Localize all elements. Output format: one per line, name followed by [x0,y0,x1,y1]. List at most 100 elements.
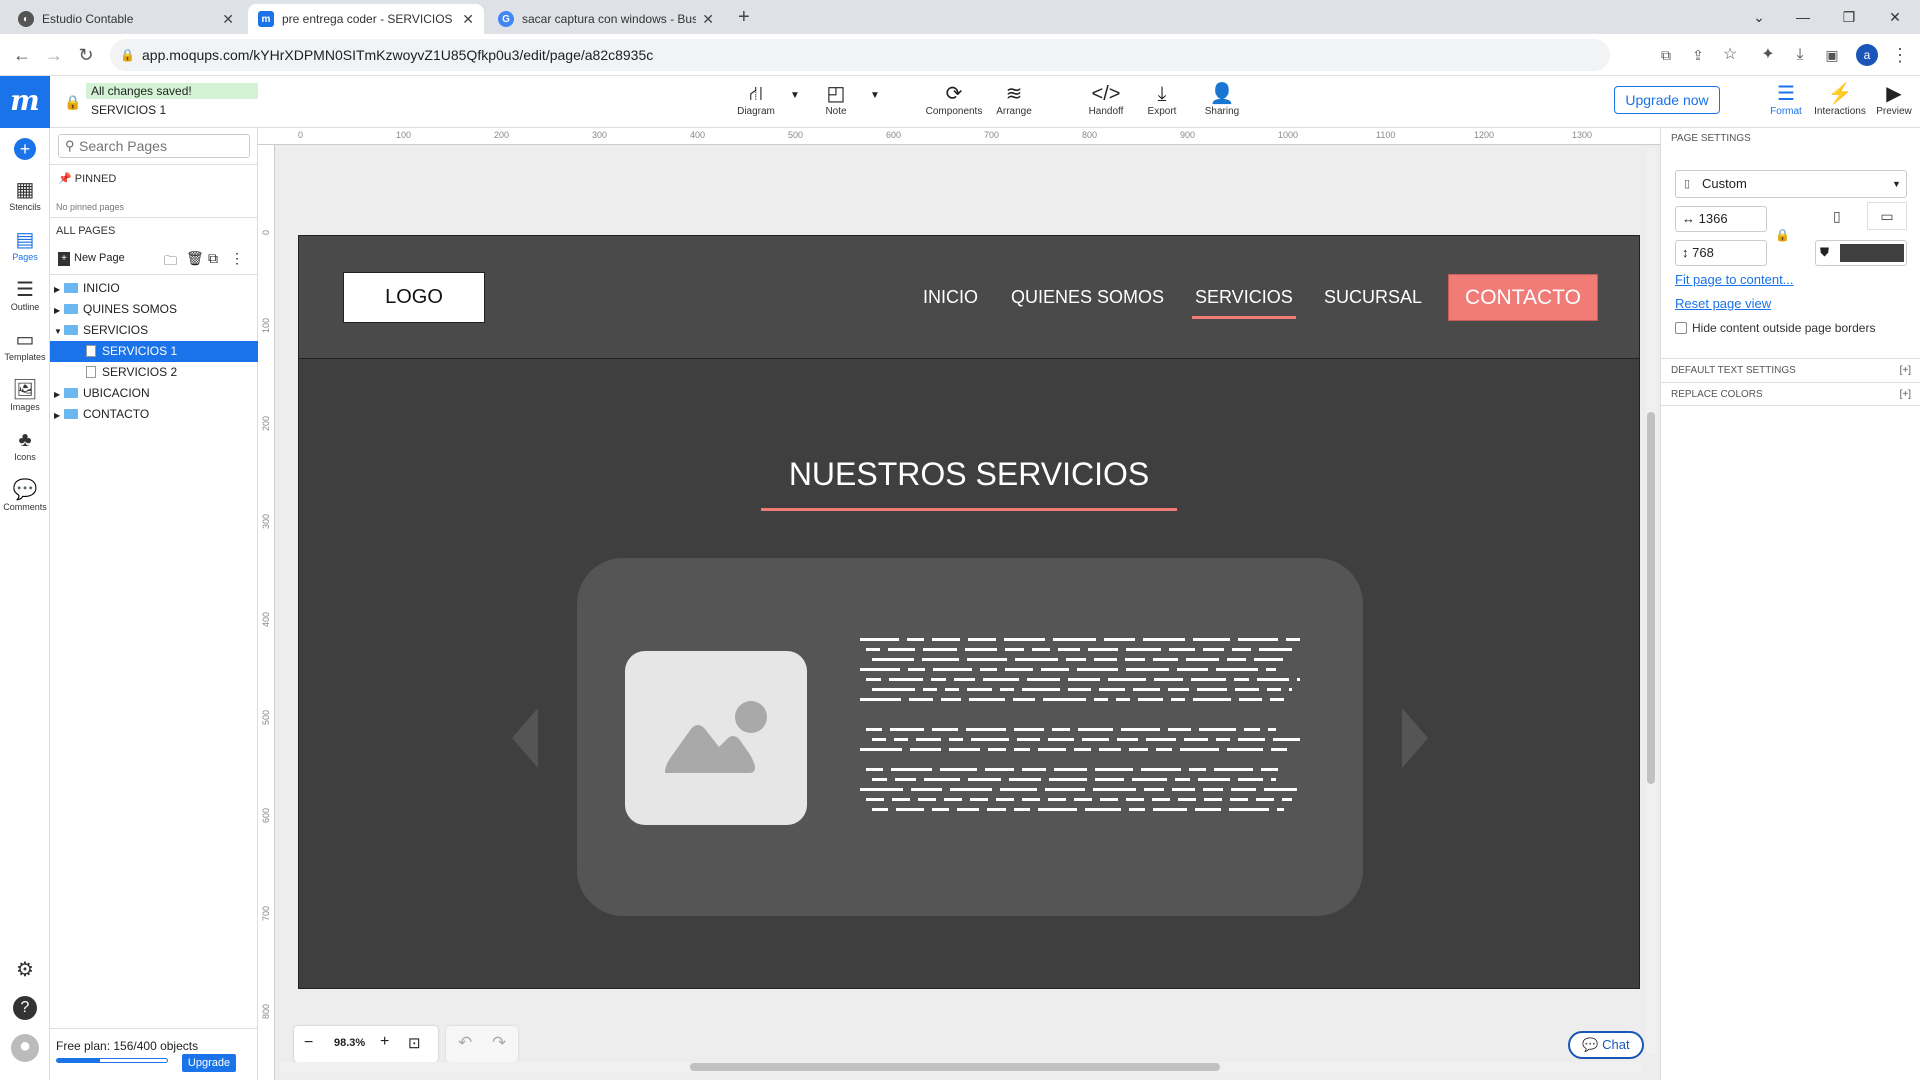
upgrade-now-button[interactable]: Upgrade now [1614,86,1720,114]
fit-page-link[interactable]: Fit page to content... [1675,272,1794,287]
duplicate-icon[interactable]: ⧉ [208,250,218,267]
chat-button[interactable]: 💬 Chat [1568,1031,1644,1059]
images-tab[interactable]: 🖼 Images [0,378,50,412]
settings-button[interactable]: ⚙ [0,958,50,982]
page-width-field[interactable]: ↔ 1366 [1675,206,1767,232]
tree-item-servicios-1[interactable]: SERVICIOS 1 [50,341,258,362]
tree-item-contacto[interactable]: ▶ CONTACTO [50,404,258,425]
carousel-prev-arrow-icon[interactable] [512,708,538,768]
expand-arrow-icon[interactable]: ▶ [50,300,64,321]
browser-tab-moqups[interactable]: m pre entrega coder - SERVICIOS 1 ✕ [248,4,484,34]
trash-icon[interactable]: 🗑 [186,250,204,267]
moqups-logo[interactable]: m [0,76,50,128]
undo-icon[interactable]: ↶ [458,1033,472,1053]
fit-screen-icon[interactable]: ⊡ [408,1034,421,1052]
share-icon[interactable]: ⇪ [1684,41,1712,69]
expand-icon[interactable]: [+] [1900,389,1911,400]
mockup-nav-inicio[interactable]: INICIO [923,287,978,308]
diagram-tool[interactable]: ⛙ Diagram [726,82,786,117]
outline-tab[interactable]: ☰ Outline [0,278,50,312]
extensions-icon[interactable]: ✦ [1754,41,1782,69]
replace-colors-section[interactable]: REPLACE COLORS [+] [1661,382,1920,406]
comments-tab[interactable]: 💬 Comments [0,478,50,512]
interactions-tab[interactable]: ⚡ Interactions [1812,82,1868,117]
reset-page-view-link[interactable]: Reset page view [1675,296,1771,311]
profile-avatar[interactable]: a [1856,44,1878,66]
default-text-settings-section[interactable]: DEFAULT TEXT SETTINGS [+] [1661,358,1920,382]
expand-icon[interactable]: [+] [1900,365,1911,376]
format-tab[interactable]: ☰ Format [1758,82,1814,117]
close-icon[interactable]: ✕ [702,11,714,28]
help-button[interactable]: ? [0,996,50,1020]
tab-search-icon[interactable]: ⌄ [1736,4,1782,30]
horizontal-scrollbar[interactable] [280,1062,1642,1072]
zoom-out-button[interactable]: − [304,1034,313,1052]
portrait-icon[interactable]: ▯ [1833,208,1841,225]
minimize-icon[interactable]: — [1780,4,1826,30]
translate-icon[interactable]: ⧉ [1652,41,1680,69]
tree-item-servicios[interactable]: ▼ SERVICIOS [50,320,258,341]
expand-arrow-icon[interactable]: ▶ [50,384,64,405]
tree-item-inicio[interactable]: ▶ INICIO [50,278,258,299]
tree-item-ubicacion[interactable]: ▶ UBICACION [50,383,258,404]
mockup-logo[interactable]: LOGO [343,272,485,323]
window-close-icon[interactable]: ✕ [1872,4,1918,30]
components-tool[interactable]: ⟳ Components [924,82,984,117]
collapse-arrow-icon[interactable]: ▼ [50,321,64,342]
tree-item-quines-somos[interactable]: ▶ QUINES SOMOS [50,299,258,320]
page-color-picker[interactable]: ⛊ [1815,240,1907,266]
address-bar[interactable]: 🔒 app.moqups.com/kYHrXDPMN0SITmKzwoyvZ1U… [110,39,1610,71]
horizontal-scroll-thumb[interactable] [690,1063,1220,1071]
vertical-scroll-thumb[interactable] [1647,412,1655,784]
chevron-down-icon[interactable]: ▼ [790,90,800,101]
mockup-contact-button[interactable]: CONTACTO [1448,274,1598,321]
arrange-tool[interactable]: ≋ Arrange [984,82,1044,117]
stencils-tab[interactable]: ▦ Stencils [0,178,50,212]
preview-tab[interactable]: ▶ Preview [1866,82,1920,117]
search-pages-input[interactable] [79,136,247,156]
tree-item-servicios-2[interactable]: SERVICIOS 2 [50,362,258,383]
zoom-level[interactable]: 98.3% [334,1037,365,1049]
page-size-preset-select[interactable]: ▯ Custom ▼ [1675,170,1907,198]
vertical-scrollbar[interactable] [1646,148,1656,1054]
search-pages-field[interactable]: ⚲ [58,134,250,158]
landscape-icon[interactable]: ▭ [1867,202,1907,230]
restore-icon[interactable]: ❐ [1826,4,1872,30]
browser-menu-icon[interactable]: ⋮ [1886,41,1914,69]
redo-icon[interactable]: ↷ [492,1033,506,1053]
icons-tab[interactable]: ♣ Icons [0,428,50,462]
forward-icon[interactable]: → [40,41,68,69]
pages-tab[interactable]: ▤ Pages [0,228,50,262]
user-avatar[interactable]: ● [0,1034,50,1062]
chevron-down-icon[interactable]: ▼ [870,90,880,101]
zoom-in-button[interactable]: + [380,1033,389,1051]
download-icon[interactable]: ⤓ [1786,41,1814,69]
lock-icon[interactable]: 🔒 [64,94,81,111]
new-folder-icon[interactable]: 🗀 [164,252,177,274]
reload-icon[interactable]: ↻ [72,41,100,69]
templates-tab[interactable]: ▭ Templates [0,328,50,362]
service-card[interactable] [577,558,1363,916]
hide-outside-checkbox[interactable] [1675,322,1687,334]
upgrade-button[interactable]: Upgrade [182,1054,236,1072]
mockup-nav-sucursal[interactable]: SUCURSAL [1324,287,1422,308]
browser-tab-search[interactable]: G sacar captura con windows - Bus ✕ [488,4,724,34]
add-button[interactable]: + [0,138,50,160]
export-tool[interactable]: ⤓ Export [1132,82,1192,117]
sharing-tool[interactable]: 👤 Sharing [1192,82,1252,117]
lock-ratio-icon[interactable]: 🔒 [1775,228,1790,242]
expand-arrow-icon[interactable]: ▶ [50,279,64,300]
expand-arrow-icon[interactable]: ▶ [50,405,64,426]
new-tab-icon[interactable]: + [738,6,750,29]
mockup-nav-quienes-somos[interactable]: QUIENES SOMOS [1011,287,1164,308]
mockup-page[interactable]: LOGO INICIO QUIENES SOMOS SERVICIOS SUCU… [298,235,1640,989]
bookmark-star-icon[interactable]: ☆ [1716,41,1744,69]
back-icon[interactable]: ← [8,41,36,69]
carousel-next-arrow-icon[interactable] [1402,708,1428,768]
new-page-button[interactable]: + New Page [58,252,125,266]
close-icon[interactable]: ✕ [222,11,234,28]
mockup-nav-servicios[interactable]: SERVICIOS [1195,287,1293,308]
close-icon[interactable]: ✕ [462,11,474,28]
side-panel-icon[interactable]: ▣ [1818,41,1846,69]
note-tool[interactable]: ◰ Note [806,82,866,117]
